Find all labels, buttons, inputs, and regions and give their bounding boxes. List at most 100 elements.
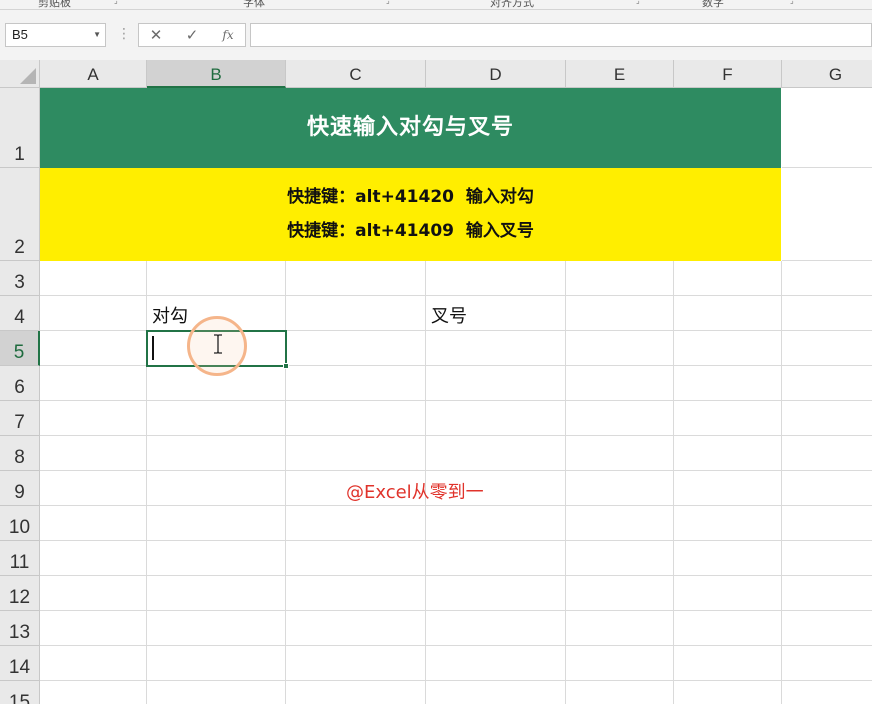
cell-d15[interactable] [426,681,566,704]
cell-e9[interactable] [566,471,674,506]
row-header-13[interactable]: 13 [0,611,40,646]
cell-f7[interactable] [674,401,782,436]
alignment-dialog-launcher-icon[interactable]: ⌟ [636,0,646,6]
cell-c8[interactable] [286,436,426,471]
column-header-d[interactable]: D [426,60,566,88]
font-dialog-launcher-icon[interactable]: ⌟ [386,0,396,6]
cell-b13[interactable] [147,611,286,646]
column-header-c[interactable]: C [286,60,426,88]
cell-g7[interactable] [782,401,872,436]
cell-f13[interactable] [674,611,782,646]
row-header-10[interactable]: 10 [0,506,40,541]
number-dialog-launcher-icon[interactable]: ⌟ [790,0,800,6]
cell-c14[interactable] [286,646,426,681]
cell-f6[interactable] [674,366,782,401]
insert-function-icon[interactable]: fx [213,24,243,46]
cell-b3[interactable] [147,261,286,296]
cell-a13[interactable] [40,611,147,646]
fill-handle[interactable] [283,363,289,369]
cell-e15[interactable] [566,681,674,704]
cell-f14[interactable] [674,646,782,681]
cell-a7[interactable] [40,401,147,436]
column-header-e[interactable]: E [566,60,674,88]
row-header-11[interactable]: 11 [0,541,40,576]
cell-e12[interactable] [566,576,674,611]
formula-bar-splitter-icon[interactable]: ⋮ [117,24,131,44]
cell-a11[interactable] [40,541,147,576]
name-box[interactable]: B5 ▼ [5,23,106,47]
select-all-button[interactable] [0,60,40,88]
cell-c13[interactable] [286,611,426,646]
shortcut-banner[interactable]: 快捷键：alt+41420 输入对勾 快捷键：alt+41409 输入叉号 [40,168,781,261]
cell-e4[interactable] [566,296,674,331]
cell-g9[interactable] [782,471,872,506]
cell-e8[interactable] [566,436,674,471]
column-header-b[interactable]: B [147,60,286,88]
cell-g6[interactable] [782,366,872,401]
cell-b12[interactable] [147,576,286,611]
cell-f4[interactable] [674,296,782,331]
cell-b11[interactable] [147,541,286,576]
row-header-14[interactable]: 14 [0,646,40,681]
cell-a3[interactable] [40,261,147,296]
cell-g5[interactable] [782,331,872,366]
row-header-6[interactable]: 6 [0,366,40,401]
cell-e13[interactable] [566,611,674,646]
cell-d5[interactable] [426,331,566,366]
cell-f15[interactable] [674,681,782,704]
cell-a5[interactable] [40,331,147,366]
cell-g1[interactable] [782,88,872,168]
cell-g4[interactable] [782,296,872,331]
cell-a6[interactable] [40,366,147,401]
column-header-a[interactable]: A [40,60,147,88]
cell-d13[interactable] [426,611,566,646]
cell-c7[interactable] [286,401,426,436]
cell-a9[interactable] [40,471,147,506]
row-header-7[interactable]: 7 [0,401,40,436]
row-header-2[interactable]: 2 [0,168,40,261]
cell-d3[interactable] [426,261,566,296]
cell-e5[interactable] [566,331,674,366]
cell-a4[interactable] [40,296,147,331]
cell-d12[interactable] [426,576,566,611]
cell-c11[interactable] [286,541,426,576]
cell-c6[interactable] [286,366,426,401]
cell-a15[interactable] [40,681,147,704]
cell-b15[interactable] [147,681,286,704]
cell-f12[interactable] [674,576,782,611]
cell-d11[interactable] [426,541,566,576]
cell-d8[interactable] [426,436,566,471]
cell-e10[interactable] [566,506,674,541]
cell-c3[interactable] [286,261,426,296]
row-header-15[interactable]: 15 [0,681,40,704]
cell-b14[interactable] [147,646,286,681]
cell-b7[interactable] [147,401,286,436]
clipboard-dialog-launcher-icon[interactable]: ⌟ [114,0,124,6]
row-header-9[interactable]: 9 [0,471,40,506]
cell-c15[interactable] [286,681,426,704]
cell-f5[interactable] [674,331,782,366]
cell-f3[interactable] [674,261,782,296]
cell-e6[interactable] [566,366,674,401]
cell-d14[interactable] [426,646,566,681]
cell-f8[interactable] [674,436,782,471]
cell-f11[interactable] [674,541,782,576]
cell-d6[interactable] [426,366,566,401]
cell-a14[interactable] [40,646,147,681]
enter-icon[interactable]: ✓ [177,24,207,46]
cell-g13[interactable] [782,611,872,646]
cell-d10[interactable] [426,506,566,541]
cancel-icon[interactable]: ✕ [141,24,171,46]
row-header-8[interactable]: 8 [0,436,40,471]
cell-d7[interactable] [426,401,566,436]
cell-e11[interactable] [566,541,674,576]
row-header-5[interactable]: 5 [0,331,40,366]
cell-e14[interactable] [566,646,674,681]
cell-c5[interactable] [286,331,426,366]
row-header-4[interactable]: 4 [0,296,40,331]
cell-e3[interactable] [566,261,674,296]
cell-g2[interactable] [782,168,872,261]
cell-g15[interactable] [782,681,872,704]
title-banner[interactable]: 快速输入对勾与叉号 [40,88,781,168]
name-box-dropdown-icon[interactable]: ▼ [93,24,101,46]
